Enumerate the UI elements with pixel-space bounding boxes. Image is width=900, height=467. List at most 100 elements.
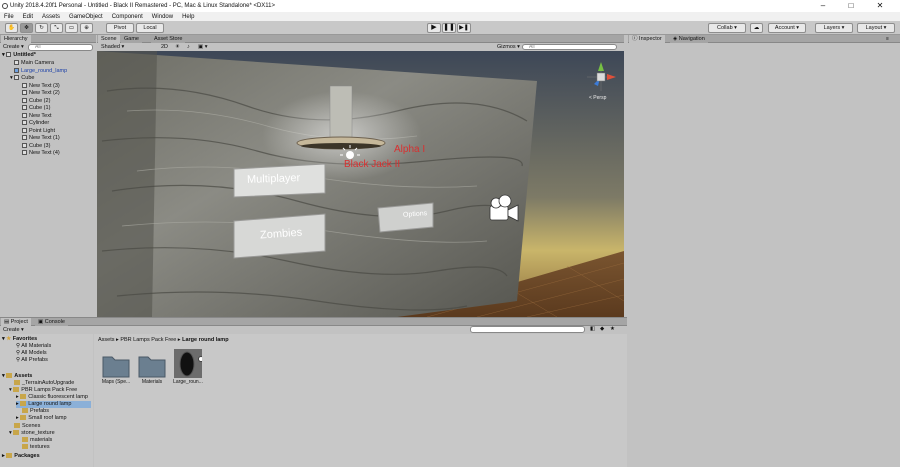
hierarchy-search-input[interactable]: All	[28, 44, 93, 51]
folder-classic-fluorescent[interactable]: ▸ Classic fluorescent lamp	[16, 394, 88, 401]
rotate-tool-button[interactable]: ↻	[35, 23, 48, 33]
fav-all-prefabs[interactable]: ⚲ All Prefabs	[16, 357, 48, 364]
menu-window[interactable]: Window	[152, 14, 173, 20]
tab-project[interactable]: ▤ Project	[1, 318, 31, 326]
folder-terrain-auto-upgrade[interactable]: _TerrainAutoUpgrade	[14, 380, 74, 387]
hierarchy-item[interactable]: New Text (1)	[22, 135, 60, 142]
project-create-label: Create	[3, 327, 20, 333]
fav-all-models[interactable]: ⚲ All Models	[16, 350, 47, 357]
pause-button[interactable]: ❚❚	[442, 23, 456, 33]
layers-button[interactable]: Layers ▾	[815, 23, 853, 33]
tab-scene[interactable]: Scene	[98, 35, 120, 43]
menu-assets[interactable]: Assets	[42, 14, 60, 20]
gizmos-dropdown[interactable]: Gizmos ▾	[497, 44, 520, 51]
scene-search-input[interactable]: All	[522, 44, 617, 50]
assets-label: Assets	[14, 373, 33, 379]
hierarchy-item[interactable]: New Text (2)	[22, 90, 60, 97]
breadcrumb-large-round-lamp[interactable]: Large round lamp	[182, 337, 228, 343]
fav-all-materials[interactable]: ⚲ All Materials	[16, 343, 51, 350]
folder-scenes[interactable]: Scenes	[14, 423, 40, 430]
folder-pbr-lamps[interactable]: ▾ PBR Lamps Pack Free	[9, 387, 77, 394]
menu-component[interactable]: Component	[112, 14, 143, 20]
tab-asset-store[interactable]: Asset Store	[151, 35, 186, 43]
folder-textures[interactable]: textures	[22, 444, 50, 451]
folder-stone-texture[interactable]: ▾ stone_texture	[9, 430, 55, 437]
transform-tool-button[interactable]: ⊕	[80, 23, 93, 33]
project-content: Assets ▸ PBR Lamps Pack Free ▸ Large rou…	[94, 334, 627, 467]
breadcrumb-pbr-lamps[interactable]: PBR Lamps Pack Free	[120, 337, 176, 343]
play-button[interactable]: ▶	[427, 23, 441, 33]
favorites-star-icon: ★	[6, 336, 12, 342]
move-tool-button[interactable]: ✥	[20, 23, 33, 33]
hierarchy-item[interactable]: ▾ Cube	[10, 75, 34, 82]
hierarchy-item[interactable]: Cube (2)	[22, 98, 50, 105]
tab-game[interactable]: Game	[121, 35, 142, 43]
scene-panel: Scene Game Asset Store Shaded ▾ 2D ☀ ♪ ▣…	[97, 35, 624, 51]
tab-inspector[interactable]: ⓘ Inspector	[629, 35, 665, 43]
assets-header[interactable]: ▾ Assets	[2, 373, 32, 380]
hierarchy-item[interactable]: Cube (1)	[22, 105, 50, 112]
step-button[interactable]: ▶❚	[457, 23, 471, 33]
favorite-star-icon[interactable]: ★	[610, 326, 615, 333]
hierarchy-item[interactable]: New Text (4)	[22, 150, 60, 157]
lighting-toggle-icon[interactable]: ☀	[175, 44, 180, 51]
scene-root[interactable]: ▾ Untitled*	[2, 52, 36, 59]
hierarchy-item[interactable]: Main Camera	[14, 60, 54, 67]
object-icon	[22, 105, 27, 111]
menu-gameobject[interactable]: GameObject	[69, 14, 103, 20]
object-icon	[22, 120, 27, 126]
hierarchy-item[interactable]: Large_round_lamp	[14, 68, 67, 75]
folder-large-round-lamp[interactable]: ▸ Large round lamp	[16, 401, 91, 408]
asset-folder-maps[interactable]	[102, 352, 130, 378]
hierarchy-item[interactable]: New Text (3)	[22, 83, 60, 90]
menu-edit[interactable]: Edit	[23, 14, 33, 20]
packages-header[interactable]: ▸ Packages	[2, 453, 40, 460]
filter-label-icon[interactable]: ◆	[600, 326, 604, 333]
project-search-input[interactable]	[470, 326, 585, 333]
local-button[interactable]: Local	[136, 23, 164, 33]
panel-menu-icon[interactable]: ≡	[886, 36, 889, 42]
blackjack-label: Black Jack II	[344, 159, 401, 170]
favorites-header[interactable]: ▾ ★ Favorites	[2, 336, 37, 343]
menu-help[interactable]: Help	[182, 14, 194, 20]
asset-large-round-lamp[interactable]	[174, 349, 204, 378]
collab-button[interactable]: Collab ▾	[708, 23, 746, 33]
scene-viewport[interactable]: Alpha I Black Jack II Multiplayer Zombie…	[97, 51, 624, 317]
hierarchy-item[interactable]: Cylinder	[22, 120, 49, 127]
menu-file[interactable]: File	[4, 14, 14, 20]
tab-navigation[interactable]: ◈ Navigation	[670, 35, 708, 43]
asset-folder-materials[interactable]	[138, 352, 166, 378]
account-button[interactable]: Account ▾	[768, 23, 806, 33]
maximize-icon[interactable]: □	[840, 0, 862, 12]
breadcrumb-assets[interactable]: Assets	[98, 337, 115, 343]
fav-label: All Prefabs	[21, 357, 48, 363]
hand-tool-button[interactable]: ✋	[5, 23, 18, 33]
minimize-icon[interactable]: –	[812, 0, 834, 12]
project-create-button[interactable]: Create ▾	[3, 327, 24, 334]
hierarchy-item[interactable]: Cube (3)	[22, 143, 50, 150]
tab-console[interactable]: ▣ Console	[35, 318, 68, 326]
hierarchy-item[interactable]: New Text	[22, 113, 52, 120]
tab-hierarchy[interactable]: Hierarchy	[1, 35, 31, 43]
folder-materials[interactable]: materials	[22, 437, 52, 444]
folder-prefabs[interactable]: Prefabs	[22, 408, 49, 415]
filter-type-icon[interactable]: ◧	[590, 326, 595, 333]
persp-label[interactable]: < Persp	[589, 95, 606, 101]
window-title: Unity 2018.4.20f1 Personal - Untitled - …	[10, 3, 276, 9]
fav-label: All Materials	[21, 343, 52, 349]
hierarchy-create-button[interactable]: Create ▾	[3, 44, 24, 51]
rect-tool-button[interactable]: ▭	[65, 23, 78, 33]
account-label: Account	[774, 25, 795, 31]
hierarchy-item[interactable]: Point Light	[22, 128, 55, 135]
object-icon	[22, 97, 27, 103]
shading-dropdown[interactable]: Shaded ▾	[101, 44, 151, 51]
pivot-button[interactable]: Pivot	[106, 23, 134, 33]
audio-toggle-icon[interactable]: ♪	[187, 44, 190, 51]
cloud-button[interactable]: ☁	[750, 23, 763, 33]
close-icon[interactable]: ✕	[869, 0, 891, 12]
toggle-2d-button[interactable]: 2D	[161, 44, 168, 51]
effects-dropdown-icon[interactable]: ▣ ▾	[198, 44, 208, 51]
scale-tool-button[interactable]: ⤡	[50, 23, 63, 33]
folder-small-roof-lamp[interactable]: ▸ Small roof lamp	[16, 415, 67, 422]
layout-button[interactable]: Layout ▾	[857, 23, 895, 33]
